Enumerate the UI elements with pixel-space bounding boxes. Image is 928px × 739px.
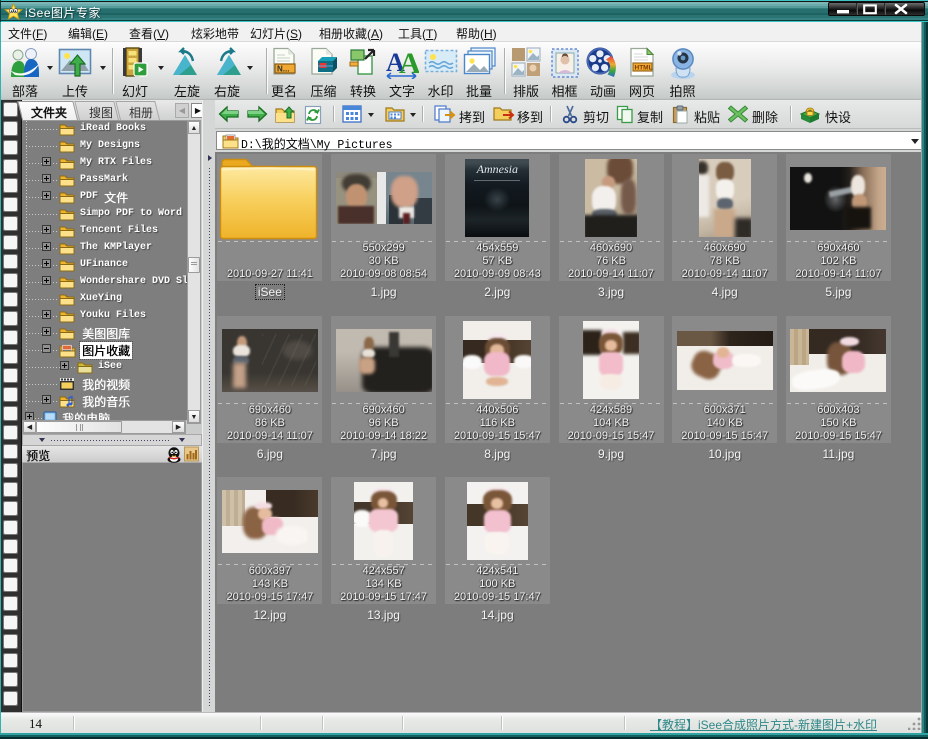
svg-text:HTML: HTML bbox=[635, 65, 653, 72]
svg-text:N...: N... bbox=[277, 65, 289, 74]
svg-text:A: A bbox=[399, 47, 419, 79]
